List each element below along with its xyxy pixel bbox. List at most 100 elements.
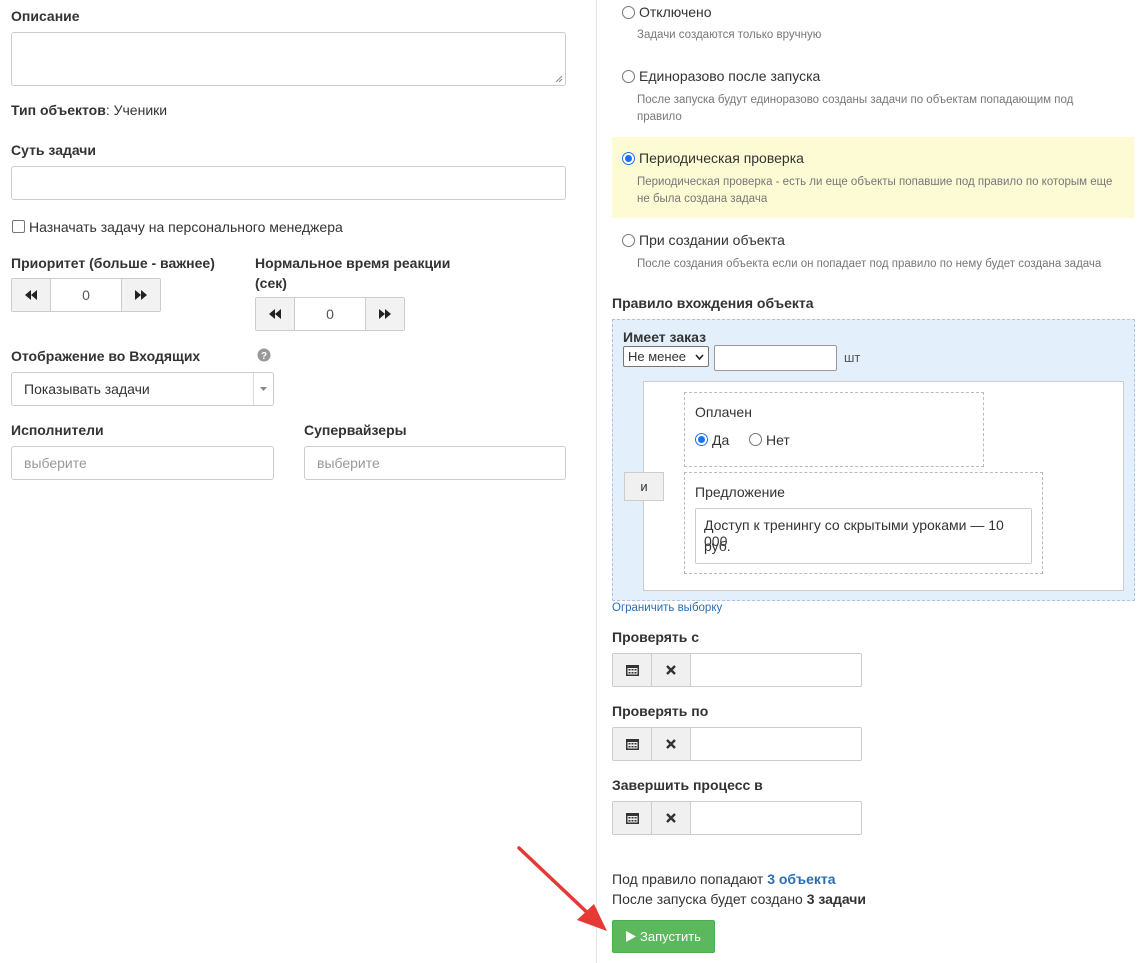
calendar-button[interactable]	[613, 728, 652, 760]
double-left-arrow-icon	[269, 309, 281, 319]
paid-yes-radio[interactable]	[695, 433, 708, 446]
double-right-arrow-icon	[379, 309, 391, 319]
column-divider	[596, 0, 597, 963]
condition-select[interactable]: Не менее	[623, 346, 709, 367]
condition-value: Не менее	[628, 349, 687, 364]
paid-yes-label: Да	[712, 432, 730, 448]
reaction-time-stepper[interactable]: 0	[255, 297, 405, 331]
increase-button[interactable]	[365, 298, 404, 330]
description-textarea[interactable]	[11, 32, 566, 86]
decrease-button[interactable]	[256, 298, 295, 330]
object-type-value: : Ученики	[105, 102, 168, 118]
reaction-time-label-1: Нормальное время реакции	[255, 255, 451, 271]
run-button-label: Запустить	[640, 929, 701, 944]
supervisors-label: Супервайзеры	[304, 422, 407, 438]
and-button[interactable]: и	[624, 472, 664, 501]
summary-tasks-line: После запуска будет создано 3 задачи	[612, 891, 866, 907]
chevron-down-icon	[695, 354, 704, 360]
double-left-arrow-icon	[25, 290, 37, 300]
priority-value[interactable]: 0	[51, 279, 121, 311]
check-to-date[interactable]	[612, 727, 862, 761]
summary2-prefix: После запуска будет создано	[612, 891, 807, 907]
mode-desc-on-create: После создания объекта если он попадает …	[637, 258, 1102, 270]
mode-radio-periodic[interactable]	[622, 152, 635, 165]
executors-label: Исполнители	[11, 422, 104, 438]
check-to-label: Проверять по	[612, 703, 709, 719]
mode-desc-periodic-1: Периодическая проверка - есть ли еще объ…	[637, 176, 1113, 188]
mode-title-once: Единоразово после запуска	[639, 68, 821, 84]
offer-value-1: Доступ к тренингу со скрытыми уроками — …	[704, 517, 1004, 549]
task-essence-label: Суть задачи	[11, 142, 97, 158]
unit-label: шт	[844, 350, 861, 365]
mode-title-disabled: Отключено	[639, 4, 712, 20]
mode-radio-disabled[interactable]	[622, 6, 635, 19]
calendar-icon	[625, 813, 639, 824]
red-arrow-icon	[517, 846, 607, 931]
priority-stepper[interactable]: 0	[11, 278, 161, 312]
paid-no-label: Нет	[766, 432, 790, 448]
mode-radio-on-create[interactable]	[622, 234, 635, 247]
date-input[interactable]	[691, 802, 861, 834]
summary-objects-link[interactable]: 3 объекта	[767, 871, 835, 887]
decrease-button[interactable]	[12, 279, 51, 311]
summary-tasks-count: 3 задачи	[806, 891, 867, 907]
clear-button[interactable]	[652, 654, 691, 686]
offer-value-2: руб.	[704, 538, 731, 554]
limit-selection-link[interactable]: Ограничить выборку	[612, 602, 722, 614]
executors-input[interactable]: выберите	[11, 446, 274, 480]
reaction-time-value[interactable]: 0	[295, 298, 365, 330]
chevron-down-icon	[260, 387, 267, 391]
svg-text:?: ?	[261, 351, 267, 362]
calendar-button[interactable]	[613, 654, 652, 686]
calendar-icon	[625, 665, 639, 676]
supervisors-placeholder: выберите	[317, 455, 380, 471]
summary-objects-line: Под правило попадают 3 объекта	[612, 871, 836, 887]
resize-handle-icon[interactable]	[555, 75, 563, 83]
task-essence-input[interactable]	[11, 166, 566, 200]
mode-title-periodic: Периодическая проверка	[639, 150, 804, 166]
inbox-display-value: Показывать задачи	[24, 381, 150, 397]
calendar-icon	[625, 739, 639, 750]
has-order-label: Имеет заказ	[623, 329, 707, 345]
paid-label: Оплачен	[695, 404, 752, 420]
clear-button[interactable]	[652, 728, 691, 760]
summary-prefix: Под правило попадают	[612, 871, 768, 887]
run-button[interactable]: Запустить	[612, 920, 715, 953]
inbox-display-label: Отображение во Входящих	[11, 348, 201, 364]
close-icon	[666, 665, 676, 675]
date-input[interactable]	[691, 728, 861, 760]
supervisors-input[interactable]: выберите	[304, 446, 566, 480]
mode-desc-periodic-2: не была создана задача	[637, 193, 768, 205]
help-icon[interactable]: ?	[257, 348, 271, 362]
play-icon	[626, 931, 637, 942]
reaction-time-label-2: (сек)	[255, 275, 287, 291]
double-right-arrow-icon	[135, 290, 147, 300]
executors-placeholder: выберите	[24, 455, 87, 471]
check-from-date[interactable]	[612, 653, 862, 687]
object-type-label: Тип объектов	[11, 102, 106, 118]
mode-title-on-create: При создании объекта	[639, 232, 785, 248]
clear-button[interactable]	[652, 802, 691, 834]
finish-date[interactable]	[612, 801, 862, 835]
increase-button[interactable]	[121, 279, 160, 311]
close-icon	[666, 739, 676, 749]
priority-label: Приоритет (больше - важнее)	[11, 255, 215, 271]
calendar-button[interactable]	[613, 802, 652, 834]
offer-select[interactable]: Доступ к тренингу со скрытыми уроками — …	[695, 508, 1032, 564]
rule-label: Правило вхождения объекта	[612, 295, 814, 311]
offer-label: Предложение	[695, 484, 785, 500]
close-icon	[666, 813, 676, 823]
assign-manager-label: Назначать задачу на персонального менедж…	[29, 219, 343, 235]
mode-desc-once-1: После запуска будут единоразово созданы …	[637, 94, 1074, 106]
mode-desc-once-2: правило	[637, 111, 682, 123]
finish-label: Завершить процесс в	[612, 777, 763, 793]
check-from-label: Проверять с	[612, 629, 700, 645]
order-count-input[interactable]	[714, 345, 837, 371]
paid-no-radio[interactable]	[749, 433, 762, 446]
date-input[interactable]	[691, 654, 861, 686]
object-type-row: Тип объектов: Ученики	[11, 102, 167, 118]
mode-radio-once[interactable]	[622, 70, 635, 83]
assign-manager-checkbox[interactable]	[12, 220, 25, 233]
mode-desc-disabled: Задачи создаются только вручную	[637, 29, 822, 41]
inbox-display-select[interactable]: Показывать задачи	[11, 372, 274, 406]
